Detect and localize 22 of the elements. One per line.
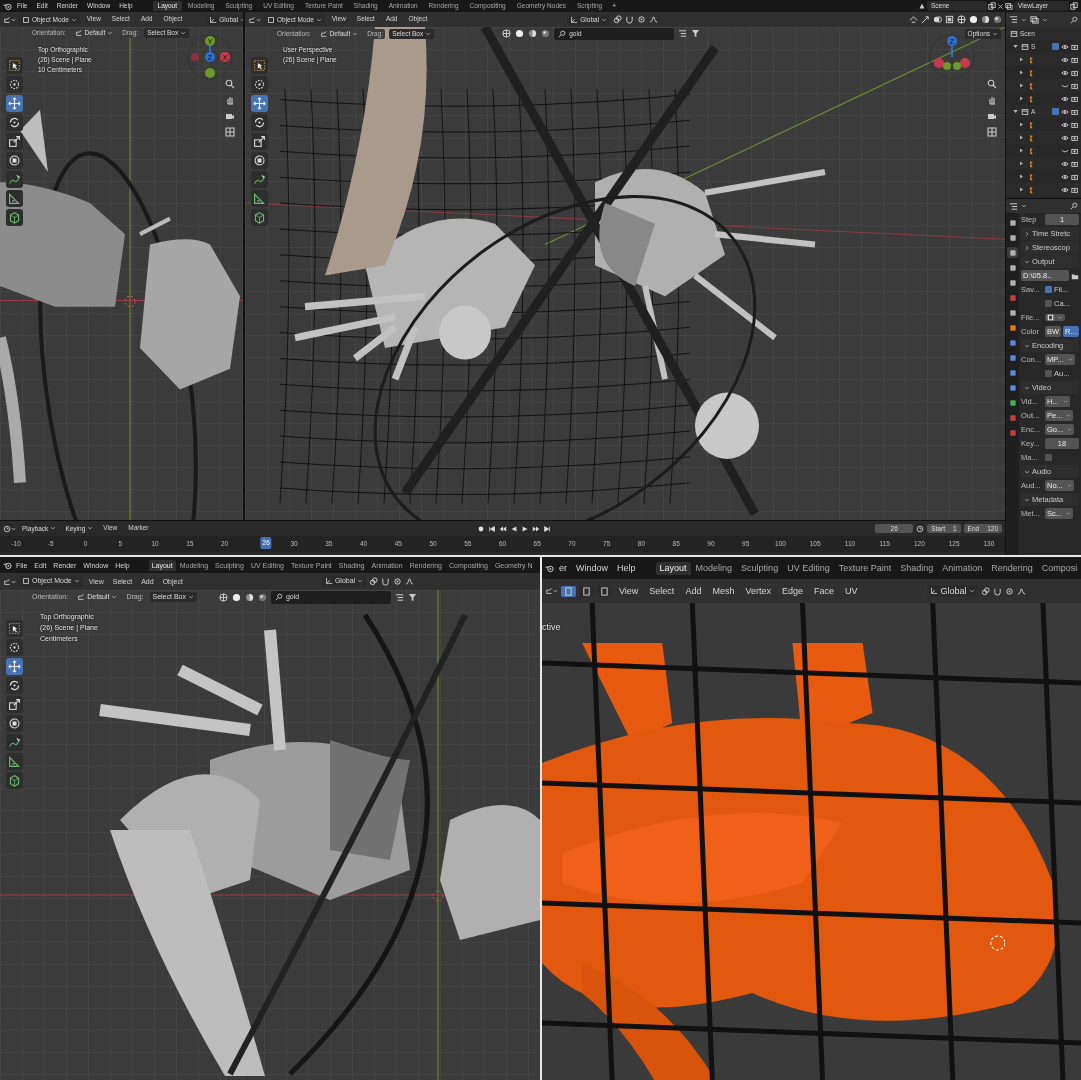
workspace-tab[interactable]: Layout (655, 561, 691, 575)
workspace-tab[interactable]: Modeling (691, 561, 737, 575)
workspace-tab[interactable]: Rendering (987, 561, 1037, 575)
workspace-tab[interactable]: Shading (896, 561, 938, 575)
menu-item[interactable]: Edge (777, 586, 807, 596)
menu-item[interactable]: View (615, 586, 643, 596)
menu-item[interactable]: Select (645, 586, 679, 596)
workspace-tab[interactable]: Animation (938, 561, 987, 575)
menu-item[interactable]: Mesh (708, 586, 739, 596)
transform-orientation-dropdown[interactable]: Global (927, 584, 978, 598)
menu-item[interactable]: UV (840, 586, 862, 596)
menu-item[interactable]: er (555, 563, 571, 573)
viewport-info-text: ctive (542, 621, 561, 634)
workspace-tab[interactable]: Composi (1037, 561, 1081, 575)
menu-item[interactable]: Face (809, 586, 838, 596)
menu-item[interactable]: Window (572, 563, 613, 573)
menu-item[interactable]: Add (681, 586, 706, 596)
workspace-tab[interactable]: UV Editing (783, 561, 834, 575)
menu-item[interactable]: Help (613, 563, 640, 573)
workspace-tab[interactable]: Texture Paint (834, 561, 896, 575)
menu-item[interactable]: Vertex (741, 586, 775, 596)
workspace-tab[interactable]: Sculpting (737, 561, 783, 575)
